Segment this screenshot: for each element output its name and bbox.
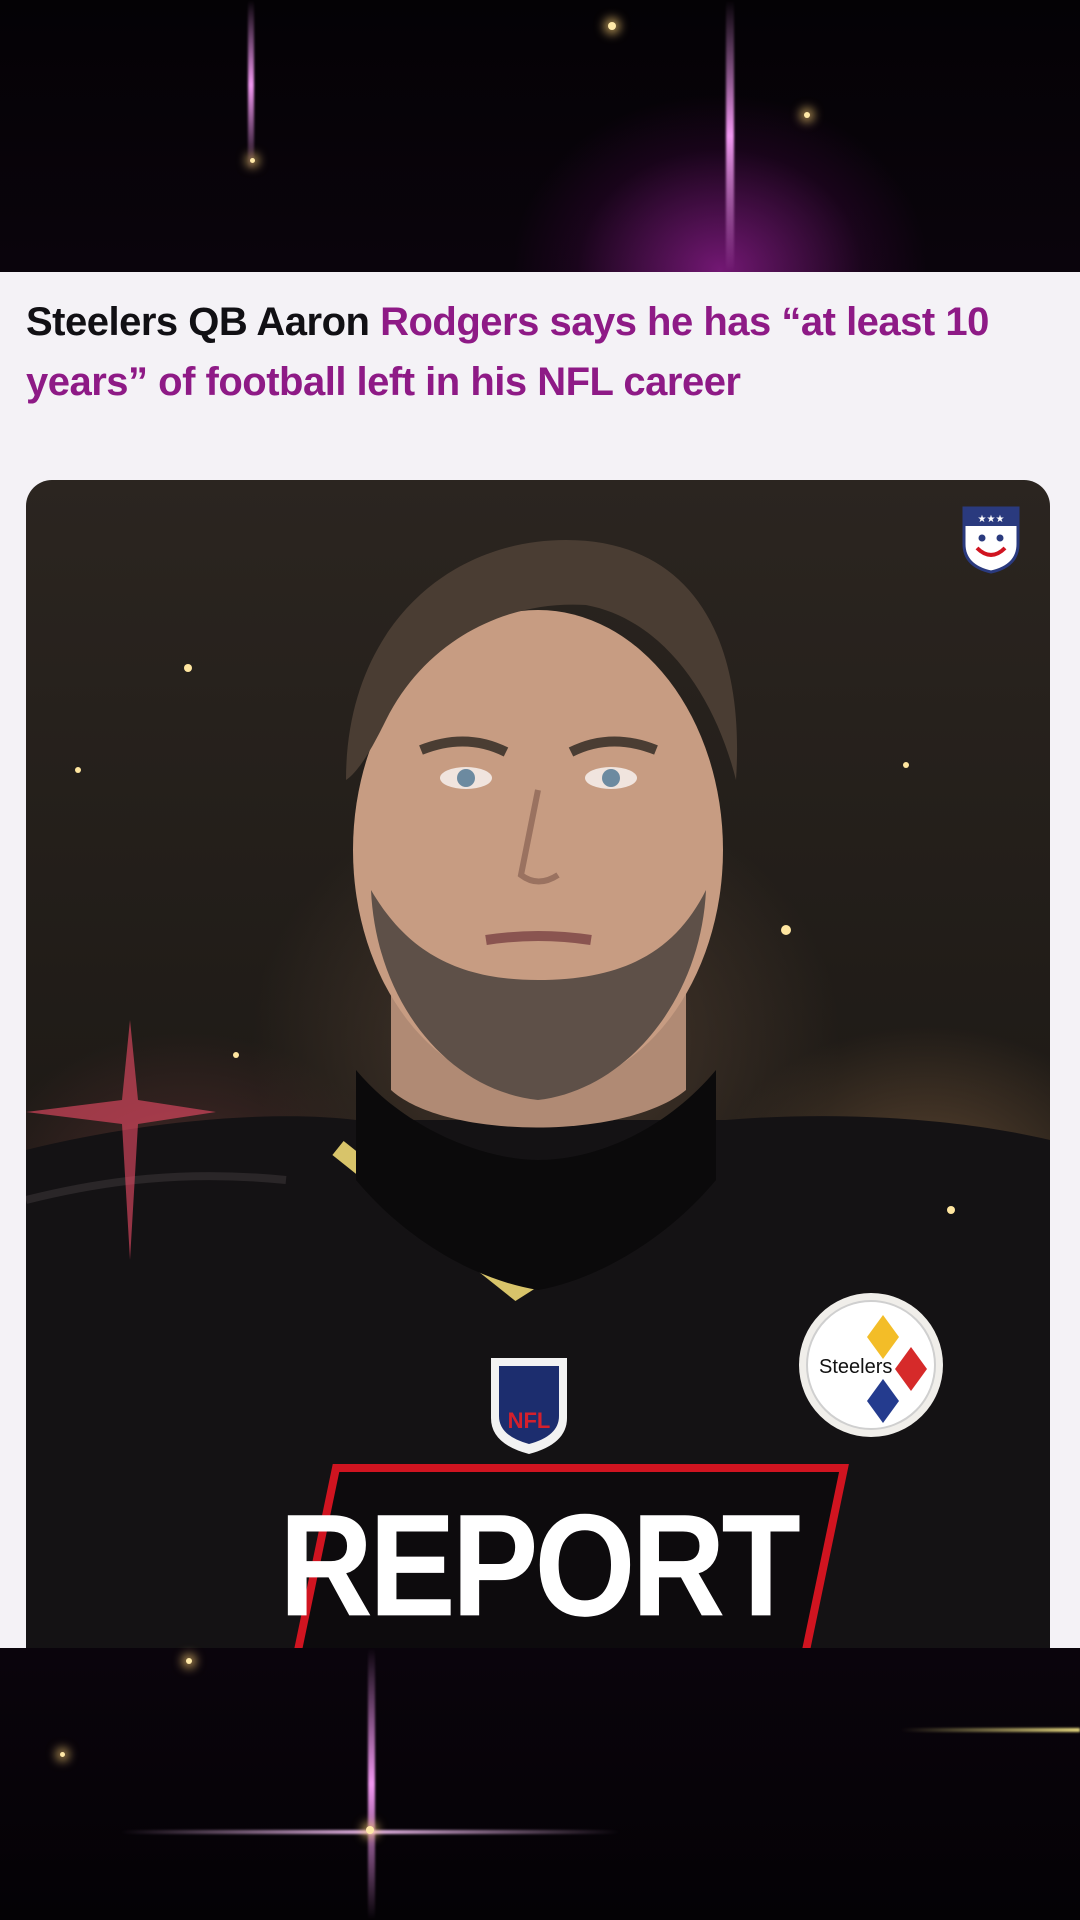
post-photo[interactable]: NFL Steelers ★★★ REPORT [26,480,1050,1648]
sparkle [366,1826,374,1834]
light-beam [368,1648,375,1920]
light-beam [248,0,254,170]
sparkle [804,112,810,118]
report-overlay-text: REPORT [279,1483,801,1647]
nfl-logo: NFL [491,1358,567,1454]
bottom-background [0,1648,1080,1920]
sparkle [608,22,616,30]
post-headline: Steelers QB Aaron Rodgers says he has “a… [26,292,1056,412]
sparkle [60,1752,65,1757]
sparkle [250,158,255,163]
smiley-shield-icon: ★★★ [962,506,1020,574]
light-beam [900,1728,1080,1732]
light-beam [726,0,734,272]
svg-text:NFL: NFL [508,1408,551,1433]
top-background [0,0,1080,272]
post-card[interactable]: Steelers QB Aaron Rodgers says he has “a… [0,272,1080,1648]
svg-text:★★★: ★★★ [978,514,1005,525]
svg-text:Steelers: Steelers [819,1356,892,1378]
steelers-logo: Steelers [799,1293,943,1437]
headline-text-dark: Steelers QB Aaron [26,300,381,344]
video-screen: Steelers QB Aaron Rodgers says he has “a… [0,0,1080,1920]
sparkle [186,1658,192,1664]
